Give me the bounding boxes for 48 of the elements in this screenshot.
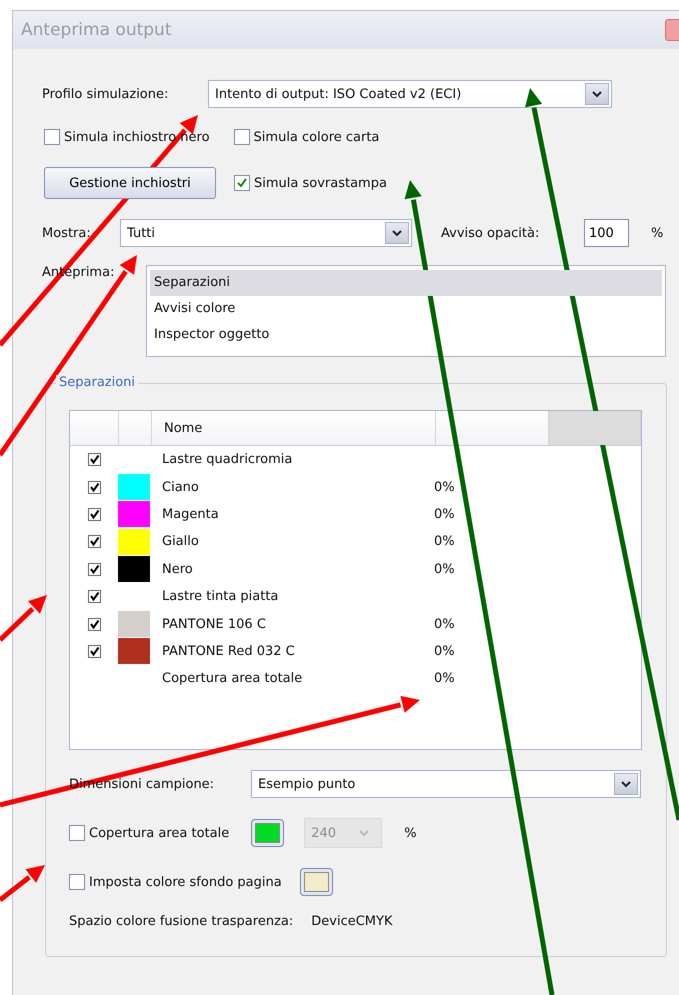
row-checkbox[interactable] [88, 508, 100, 521]
overprint-checkbox[interactable]: Simula sovrastampa [234, 175, 387, 191]
field-label: Profilo simulazione: [42, 86, 170, 102]
table-cell: 0% [434, 616, 455, 632]
table-cell: PANTONE 106 C [162, 616, 266, 632]
table-cell: Ciano [162, 480, 199, 495]
row-checkbox[interactable] [88, 618, 100, 631]
row-checkbox[interactable] [88, 562, 100, 576]
list-item[interactable]: Avvisi colore [150, 296, 662, 322]
table-cell: 0% [434, 671, 455, 686]
sample-size-dropdown[interactable]: Esempio punto [251, 770, 641, 798]
table-cell: 0% [434, 644, 455, 659]
profile-dropdown[interactable]: Intento di output: ISO Coated v2 (ECI) [208, 80, 612, 108]
row-checkbox[interactable] [88, 590, 100, 604]
table-cell: Giallo [162, 534, 199, 550]
option-checkbox[interactable]: Simula colore carta [234, 129, 380, 145]
row-checkbox[interactable] [88, 480, 100, 494]
table-cell: 0% [434, 480, 455, 495]
table-cell: 0% [434, 534, 455, 550]
unit-label: % [651, 226, 664, 240]
opacity-input[interactable]: 100 [584, 219, 629, 247]
row-checkbox[interactable] [88, 644, 100, 658]
field-label: Spazio colore fusione trasparenza: [69, 914, 294, 929]
field-value: DeviceCMYK [311, 914, 392, 929]
option-checkbox[interactable]: Simula inchiostro nero [44, 129, 210, 145]
field-label: Mostra: [42, 226, 92, 240]
row-checkbox[interactable] [88, 535, 100, 548]
unit-label: % [404, 826, 417, 840]
row-checkbox[interactable] [88, 453, 100, 466]
field-label: Avviso opacità: [441, 226, 540, 240]
table-cell: Lastre tinta piatta [162, 589, 278, 604]
page-background-checkbox[interactable]: Imposta colore sfondo pagina [69, 874, 282, 890]
checkmark-icon [236, 177, 248, 189]
table-cell: Magenta [162, 506, 219, 522]
table-cell: 0% [434, 562, 455, 577]
table-cell: 0% [434, 506, 455, 522]
ink-manager-button[interactable]: Gestione inchiostri [44, 167, 216, 199]
list-item[interactable]: Separazioni [150, 270, 662, 296]
window-title: Anteprima output [21, 20, 172, 40]
table-cell: PANTONE Red 032 C [162, 644, 295, 659]
color-swatch-button[interactable] [300, 868, 333, 896]
column-header: Nome [152, 411, 436, 445]
table-cell: Copertura area totale [162, 671, 302, 686]
list-item[interactable]: Inspector oggetto [150, 322, 662, 348]
group-title: Separazioni [56, 375, 138, 390]
table-cell: Nero [162, 562, 193, 577]
show-dropdown[interactable]: Tutti [120, 219, 412, 247]
table-cell: Lastre quadricromia [162, 452, 292, 468]
